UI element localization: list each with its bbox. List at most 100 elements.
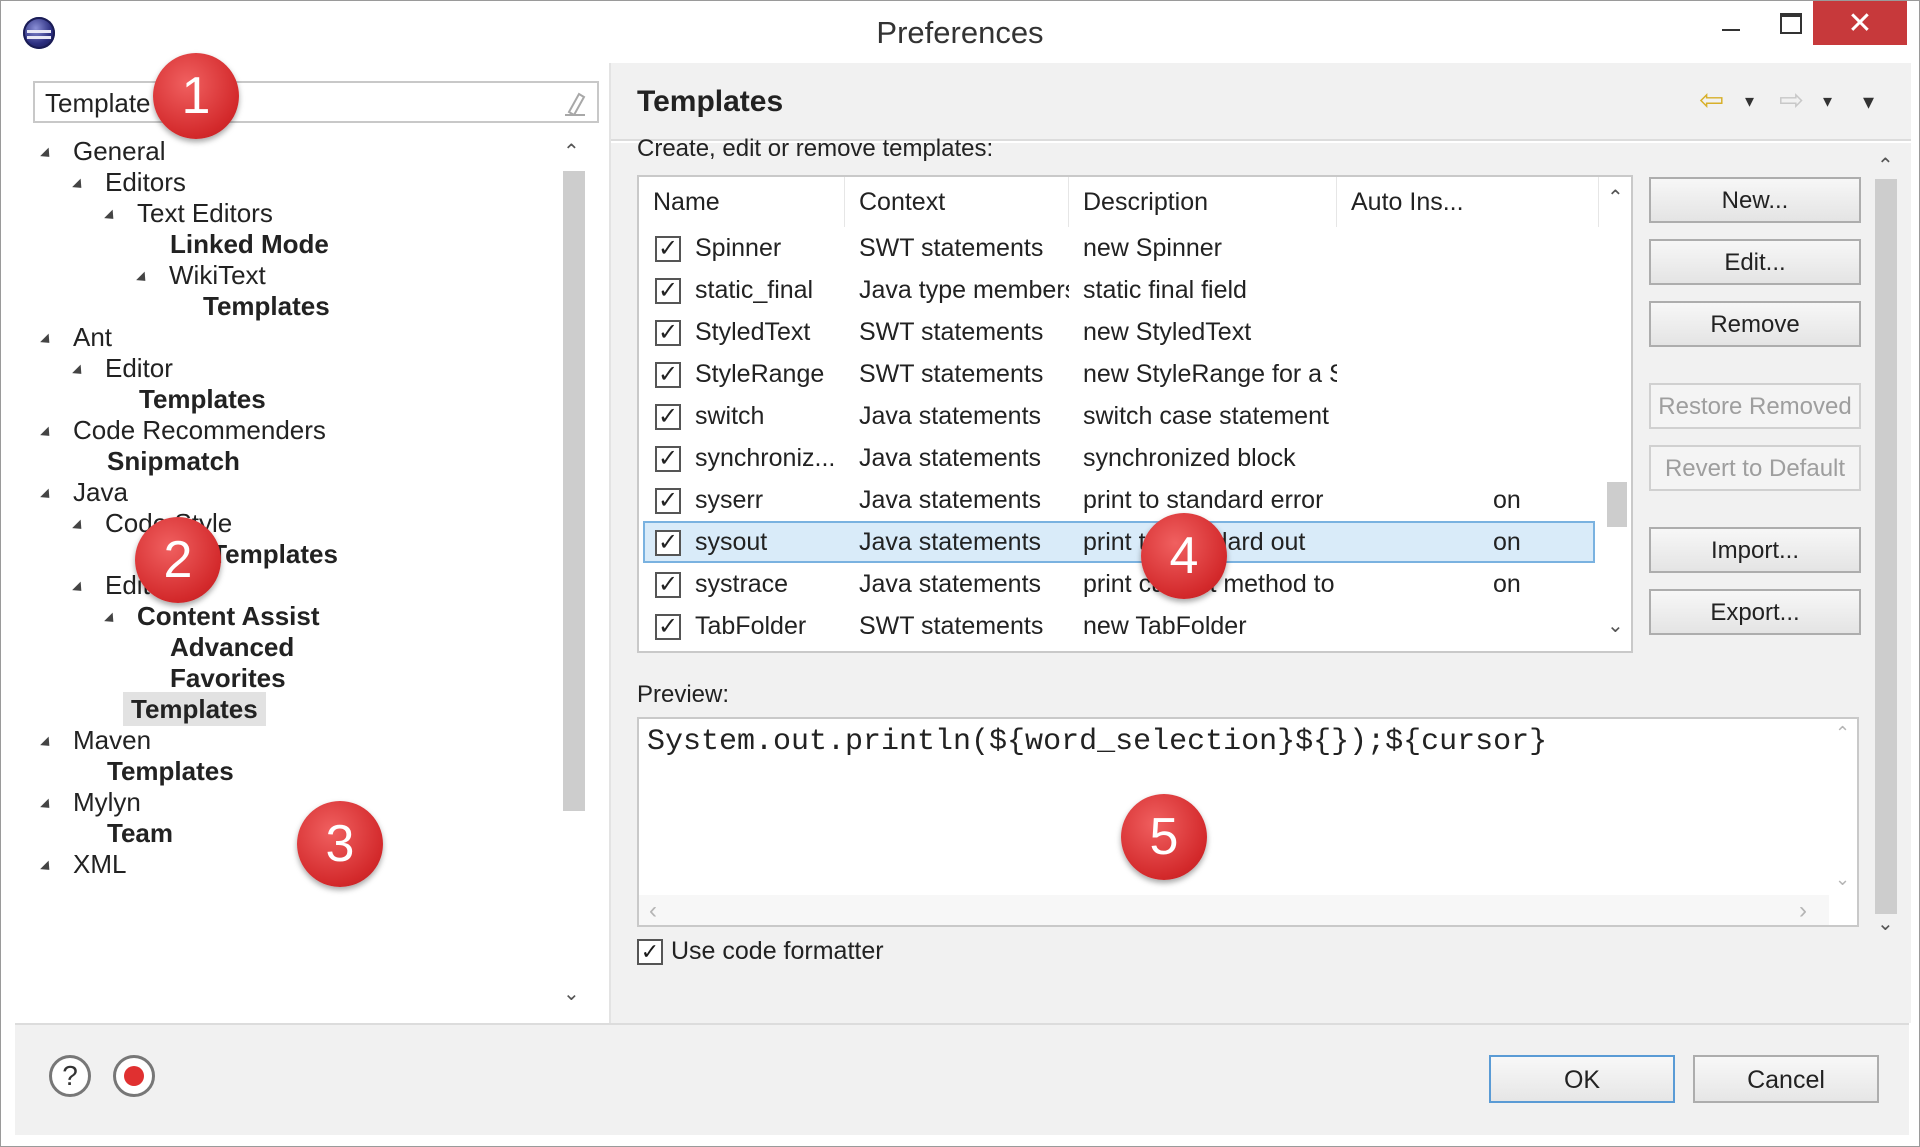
- row-checkbox[interactable]: ✓: [655, 488, 681, 514]
- scroll-down-icon[interactable]: ⌄: [563, 981, 580, 1006]
- expand-triangle-icon[interactable]: [72, 519, 86, 534]
- maximize-button[interactable]: [1761, 1, 1821, 45]
- callout-badge-2: 2: [135, 517, 221, 603]
- row-checkbox[interactable]: ✓: [655, 614, 681, 640]
- column-header-auto-insert[interactable]: Auto Ins...: [1337, 177, 1599, 227]
- callout-badge-1: 1: [153, 53, 239, 139]
- clear-filter-icon[interactable]: [563, 90, 587, 116]
- page-scrollbar[interactable]: ⌃ ⌄: [1867, 143, 1903, 943]
- table-row[interactable]: ✓ syserr Java statements print to standa…: [643, 479, 1595, 521]
- scroll-up-icon[interactable]: ⌃: [1607, 185, 1624, 210]
- filter-field[interactable]: [33, 81, 599, 123]
- minimize-button[interactable]: [1701, 1, 1761, 45]
- expand-triangle-icon[interactable]: [72, 581, 86, 596]
- expand-triangle-icon[interactable]: [40, 798, 54, 813]
- table-row[interactable]: ✓ static_final Java type members static …: [643, 269, 1595, 311]
- cell-description: switch case statement: [1083, 402, 1329, 430]
- scroll-down-icon[interactable]: ⌄: [1607, 613, 1624, 638]
- preview-label: Preview:: [637, 681, 730, 708]
- close-button[interactable]: ✕: [1813, 1, 1907, 45]
- cell-context: SWT statements: [859, 318, 1044, 346]
- filter-input[interactable]: [43, 87, 543, 119]
- tree-scrollbar[interactable]: ⌃ ⌄: [555, 133, 589, 1023]
- back-history-dropdown-icon[interactable]: ▾: [1745, 91, 1754, 112]
- cell-context: Java statements: [859, 486, 1042, 514]
- expand-triangle-icon[interactable]: [40, 488, 54, 503]
- column-header-context[interactable]: Context: [845, 177, 1069, 227]
- tree-scroll-thumb[interactable]: [563, 171, 585, 811]
- cell-auto-insert: [1493, 269, 1553, 311]
- scroll-up-icon[interactable]: ⌃: [563, 139, 580, 164]
- cell-name: StyledText: [695, 318, 811, 346]
- scroll-right-icon[interactable]: ›: [1799, 897, 1807, 925]
- table-row[interactable]: ✓ synchroniz... Java statements synchron…: [643, 437, 1595, 479]
- cancel-button[interactable]: Cancel: [1693, 1055, 1879, 1103]
- forward-arrow-icon[interactable]: ⇨: [1779, 83, 1804, 118]
- scroll-down-icon[interactable]: ⌄: [1877, 911, 1894, 936]
- scroll-left-icon[interactable]: ‹: [649, 897, 657, 925]
- use-code-formatter-checkbox[interactable]: ✓: [637, 939, 663, 965]
- table-header: Name Context Description Auto Ins...: [639, 177, 1599, 227]
- expand-triangle-icon[interactable]: [40, 860, 54, 875]
- back-arrow-icon[interactable]: ⇦: [1699, 83, 1724, 118]
- edit-button[interactable]: Edit...: [1649, 239, 1861, 285]
- remove-button[interactable]: Remove: [1649, 301, 1861, 347]
- table-row[interactable]: ✓ Spinner SWT statements new Spinner: [643, 227, 1595, 269]
- expand-triangle-icon[interactable]: [40, 426, 54, 441]
- tree-item-xml[interactable]: XML: [40, 846, 126, 882]
- column-header-name[interactable]: Name: [639, 177, 845, 227]
- export-button[interactable]: Export...: [1649, 589, 1861, 635]
- ok-button[interactable]: OK: [1489, 1055, 1675, 1103]
- restore-removed-button[interactable]: Restore Removed: [1649, 383, 1861, 429]
- view-menu-icon[interactable]: ▾: [1863, 89, 1874, 115]
- cell-context: SWT statements: [859, 360, 1044, 388]
- row-checkbox[interactable]: ✓: [655, 572, 681, 598]
- tree-item-wikitext-templates[interactable]: Templates: [203, 288, 330, 324]
- forward-history-dropdown-icon[interactable]: ▾: [1823, 91, 1832, 112]
- expand-triangle-icon[interactable]: [136, 271, 150, 286]
- table-scroll-thumb[interactable]: [1607, 482, 1627, 527]
- table-row-selected[interactable]: ✓ sysout Java statements print to standa…: [643, 521, 1595, 563]
- scroll-up-icon[interactable]: ⌃: [1835, 723, 1850, 744]
- row-checkbox[interactable]: ✓: [655, 404, 681, 430]
- expand-triangle-icon[interactable]: [40, 736, 54, 751]
- row-checkbox[interactable]: ✓: [655, 362, 681, 388]
- preview-horizontal-scrollbar[interactable]: ‹ ›: [639, 895, 1829, 925]
- help-icon[interactable]: ?: [49, 1055, 91, 1097]
- cell-name: synchroniz...: [695, 444, 836, 472]
- scroll-down-icon[interactable]: ⌄: [1835, 869, 1850, 890]
- row-checkbox[interactable]: ✓: [655, 446, 681, 472]
- row-checkbox[interactable]: ✓: [655, 320, 681, 346]
- expand-triangle-icon[interactable]: [40, 333, 54, 348]
- preview-pane[interactable]: System.out.println(${word_selection}${})…: [637, 717, 1859, 927]
- record-icon[interactable]: [113, 1055, 155, 1097]
- table-row[interactable]: ✓ systrace Java statements print current…: [643, 563, 1595, 605]
- row-checkbox[interactable]: ✓: [655, 236, 681, 262]
- use-code-formatter-label[interactable]: Use code formatter: [671, 937, 884, 966]
- column-header-description[interactable]: Description: [1069, 177, 1337, 227]
- cell-auto-insert: [1493, 437, 1553, 479]
- new-button[interactable]: New...: [1649, 177, 1861, 223]
- table-row[interactable]: ✓ TabFolder SWT statements new TabFolder: [643, 605, 1595, 647]
- expand-triangle-icon[interactable]: [104, 612, 118, 627]
- callout-badge-5: 5: [1121, 794, 1207, 880]
- expand-triangle-icon[interactable]: [72, 364, 86, 379]
- cell-name: systrace: [695, 570, 789, 598]
- import-button[interactable]: Import...: [1649, 527, 1861, 573]
- callout-badge-3: 3: [297, 801, 383, 887]
- expand-triangle-icon[interactable]: [72, 178, 86, 193]
- page-scroll-thumb[interactable]: [1875, 179, 1897, 914]
- row-checkbox[interactable]: ✓: [655, 278, 681, 304]
- table-row[interactable]: ✓ StyleRange SWT statements new StyleRan…: [643, 353, 1595, 395]
- table-scrollbar[interactable]: ⌃ ⌄: [1601, 177, 1631, 651]
- cell-auto-insert: [1493, 353, 1553, 395]
- table-row[interactable]: ✓ StyledText SWT statements new StyledTe…: [643, 311, 1595, 353]
- expand-triangle-icon[interactable]: [104, 209, 118, 224]
- preview-vertical-scrollbar[interactable]: ⌃ ⌄: [1827, 719, 1857, 899]
- table-row[interactable]: ✓ switch Java statements switch case sta…: [643, 395, 1595, 437]
- revert-to-default-button[interactable]: Revert to Default: [1649, 445, 1861, 491]
- expand-triangle-icon[interactable]: [40, 147, 54, 162]
- scroll-up-icon[interactable]: ⌃: [1877, 153, 1894, 178]
- row-checkbox[interactable]: ✓: [655, 530, 681, 556]
- cell-auto-insert: [1493, 311, 1553, 353]
